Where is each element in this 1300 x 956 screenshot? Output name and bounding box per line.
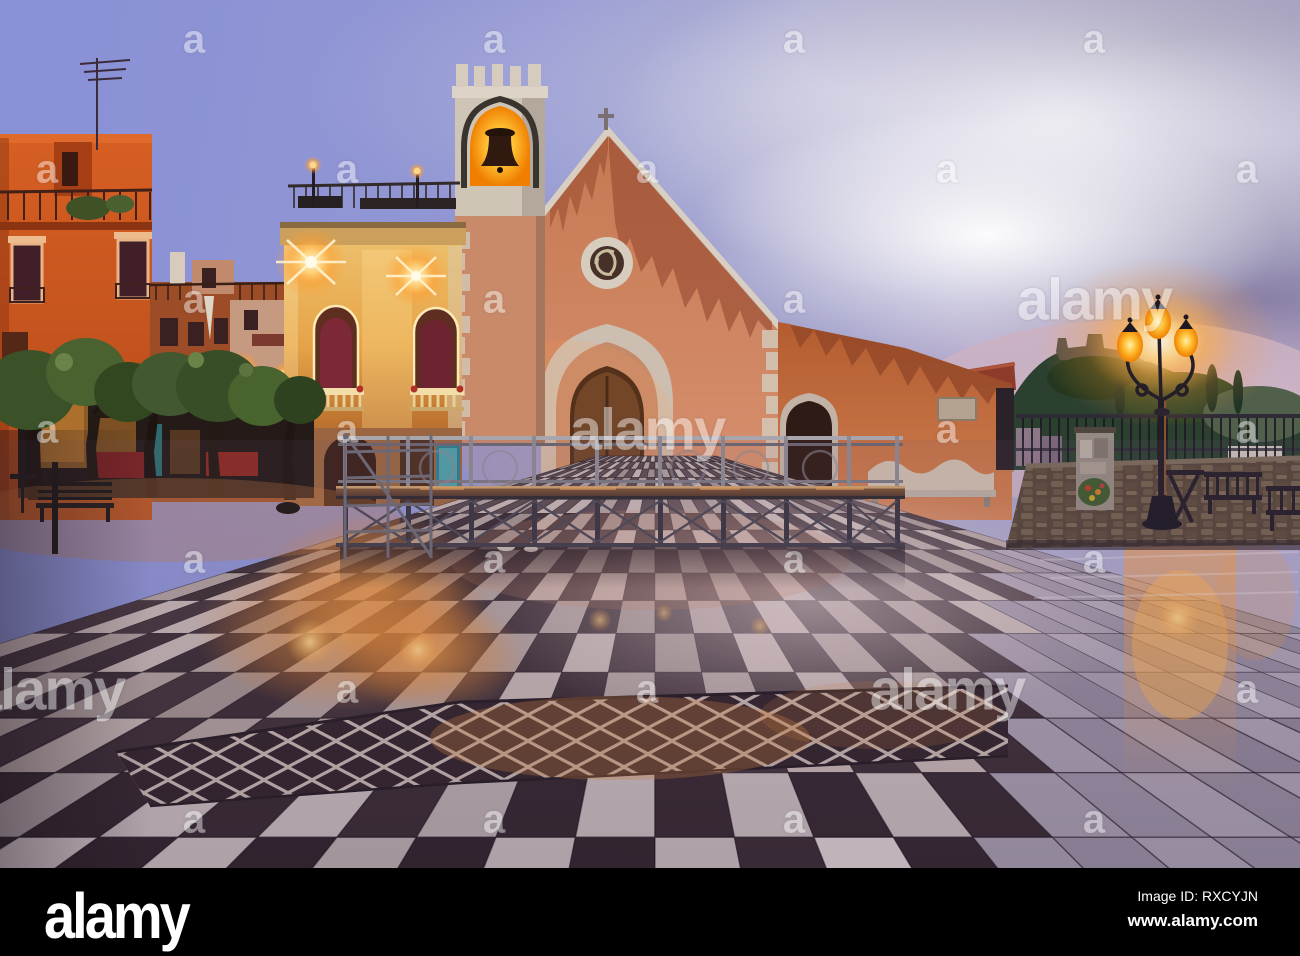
rose-window: [581, 237, 633, 289]
window: [114, 232, 152, 300]
window: [8, 236, 46, 304]
footer-meta: Image ID: RXCYJN www.alamy.com: [1128, 886, 1258, 934]
floodlight-starburst: [384, 244, 448, 308]
alamy-logo: alamy: [44, 879, 191, 952]
alamy-footer-bar: alamy Image ID: RXCYJN www.alamy.com: [0, 868, 1300, 956]
terrace-furniture: [298, 196, 342, 208]
alamy-url: www.alamy.com: [1127, 910, 1258, 930]
left-vignette: [0, 430, 150, 868]
tree-canopy: [274, 376, 326, 424]
chimney: [170, 252, 185, 284]
flower-box: [356, 385, 364, 393]
awning: [252, 334, 284, 346]
palazzo-roof-terrace: [287, 156, 461, 209]
color-grade: [0, 440, 1300, 868]
cross-finial: [598, 108, 614, 130]
flower-box: [410, 385, 418, 393]
floodlight-starburst: [275, 226, 347, 298]
stone-plaque: [937, 397, 977, 421]
terrace-plants: [66, 196, 110, 220]
image-id: Image ID: RXCYJN: [1137, 888, 1258, 904]
stock-photo: aaaaaaaaaaaaalamyaaalamyaaaaaaalamyaaala…: [0, 0, 1300, 956]
stage-rail-top: [338, 436, 903, 440]
merlons: [456, 64, 541, 87]
piazza-scene: [0, 58, 1300, 868]
terrace-furniture: [360, 198, 456, 209]
bell-tower: [452, 64, 548, 446]
flower-box: [456, 385, 464, 393]
